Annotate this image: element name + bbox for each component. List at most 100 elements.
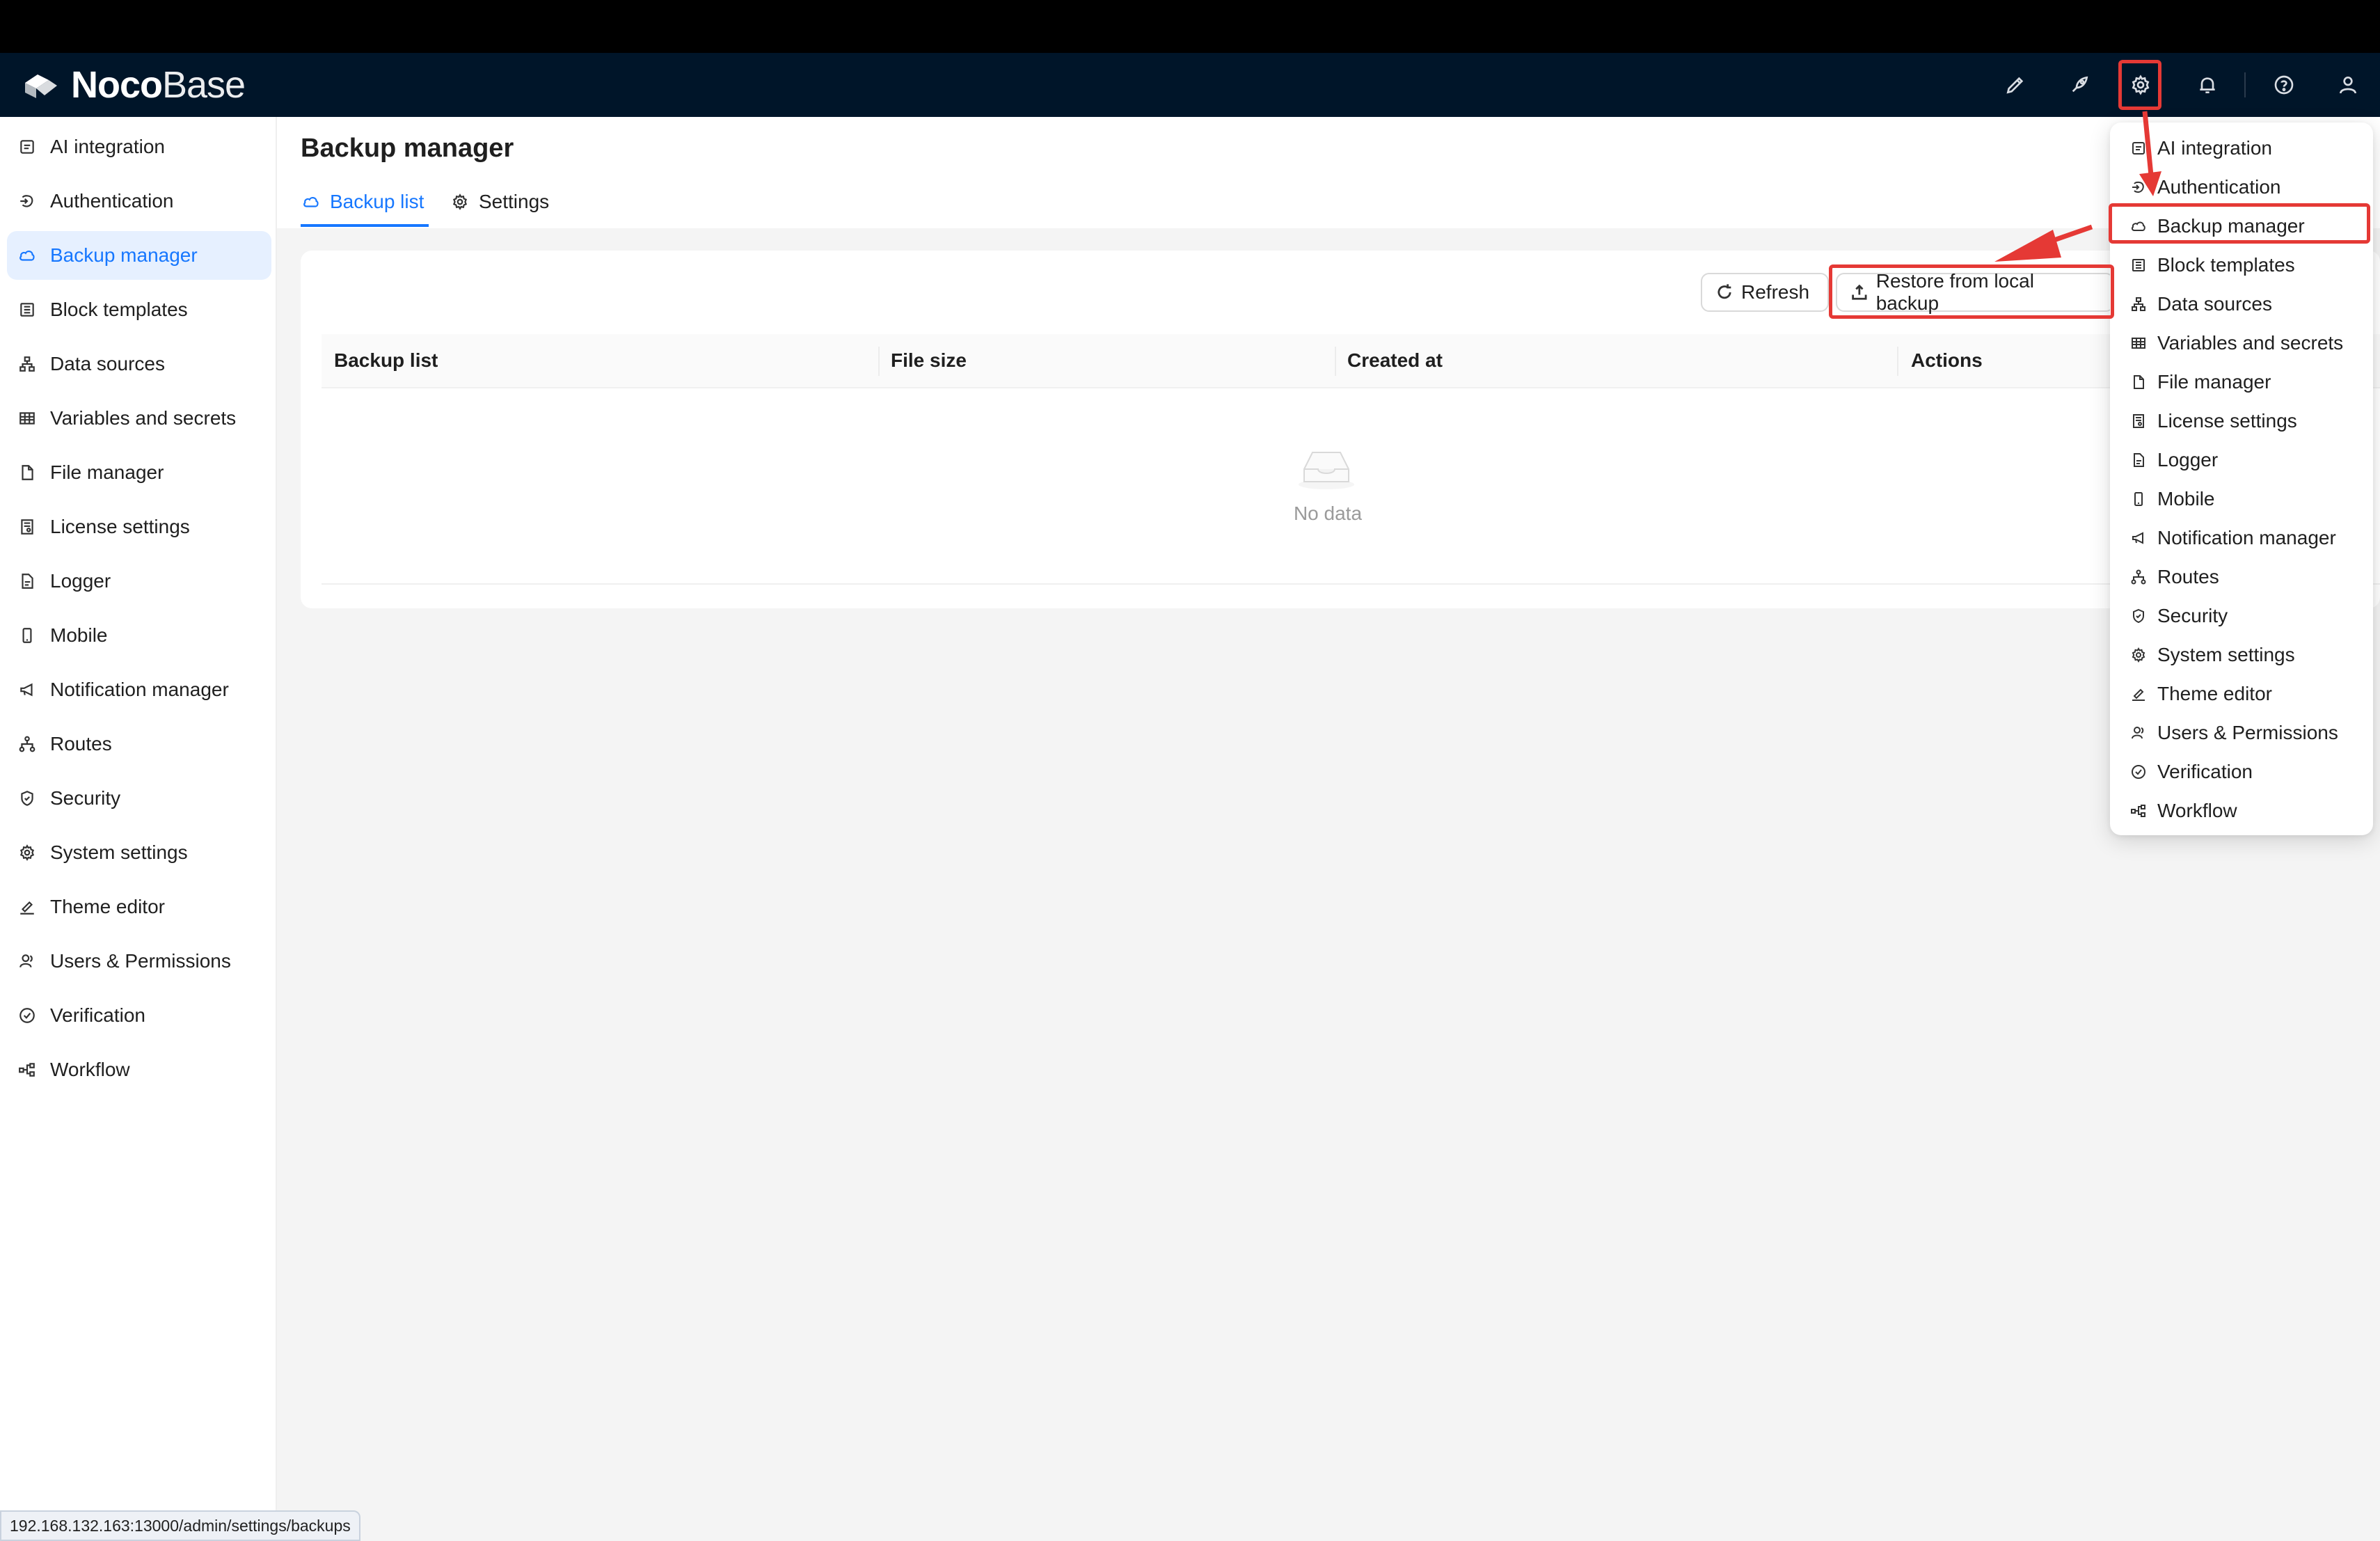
shield-icon [17, 788, 38, 809]
sidebar-item-data-sources[interactable]: Data sources [7, 340, 271, 388]
column-actions[interactable]: Actions [1911, 349, 1983, 372]
sidebar-item-license-settings[interactable]: License settings [7, 503, 271, 551]
status-bar-url: 192.168.132.163:13000/admin/settings/bac… [0, 1510, 360, 1541]
menu-item-security[interactable]: Security [2129, 599, 2228, 633]
refresh-button[interactable]: Refresh [1701, 273, 1829, 312]
menu-item-license-settings[interactable]: License settings [2129, 404, 2297, 438]
login-icon [2129, 178, 2148, 196]
sidebar-item-security[interactable]: Security [7, 774, 271, 823]
menu-item-variables-and-secrets[interactable]: Variables and secrets [2129, 326, 2343, 361]
menu-item-label: Routes [2157, 566, 2219, 587]
plugin-rocket-icon[interactable] [2064, 70, 2095, 100]
sidebar-item-label: Authentication [50, 190, 174, 212]
logo[interactable]: NocoBase [21, 64, 246, 106]
menu-item-data-sources[interactable]: Data sources [2129, 287, 2272, 322]
refresh-label: Refresh [1741, 281, 1810, 303]
help-circle-icon[interactable] [2269, 70, 2299, 100]
column-created-at[interactable]: Created at [1347, 349, 1443, 372]
megaphone-icon [2129, 529, 2148, 547]
file-icon [2129, 373, 2148, 391]
menu-item-label: AI integration [2157, 137, 2272, 159]
ai-icon [2129, 139, 2148, 157]
file-text-icon [2129, 451, 2148, 469]
menu-item-file-manager[interactable]: File manager [2129, 365, 2271, 400]
sidebar-item-label: Users & Permissions [50, 950, 231, 972]
gear-icon [450, 191, 470, 212]
column-divider [878, 347, 880, 376]
shield-icon [2129, 607, 2148, 625]
brush-icon [17, 896, 38, 917]
cloud-icon [301, 191, 322, 212]
sidebar-item-verification[interactable]: Verification [7, 991, 271, 1040]
menu-item-ai-integration[interactable]: AI integration [2129, 131, 2272, 166]
sidebar-item-notification-manager[interactable]: Notification manager [7, 665, 271, 714]
header-divider [2244, 72, 2246, 97]
highlight-restore-button [1829, 264, 2114, 319]
sidebar-item-label: Variables and secrets [50, 407, 237, 429]
sidebar-item-label: Data sources [50, 353, 165, 374]
layout-icon [17, 299, 38, 320]
file-icon [17, 462, 38, 483]
column-divider [1897, 347, 1898, 376]
menu-item-label: Theme editor [2157, 683, 2272, 704]
menu-item-label: System settings [2157, 644, 2295, 665]
mobile-icon [17, 625, 38, 646]
menu-item-mobile[interactable]: Mobile [2129, 482, 2214, 516]
sidebar-item-mobile[interactable]: Mobile [7, 611, 271, 660]
menu-item-workflow[interactable]: Workflow [2129, 793, 2237, 828]
column-divider [1335, 347, 1336, 376]
sidebar-item-block-templates[interactable]: Block templates [7, 285, 271, 334]
sidebar-item-label: License settings [50, 516, 190, 537]
menu-item-authentication[interactable]: Authentication [2129, 170, 2280, 205]
check-circle-icon [17, 1005, 38, 1026]
gear-icon [2129, 646, 2148, 664]
menu-item-label: File manager [2157, 371, 2271, 393]
annotation-arrows [1994, 111, 2161, 262]
sidebar-item-routes[interactable]: Routes [7, 720, 271, 768]
menu-item-block-templates[interactable]: Block templates [2129, 248, 2295, 283]
sidebar-item-logger[interactable]: Logger [7, 557, 271, 606]
tab-settings[interactable]: Settings [450, 188, 549, 216]
user-icon[interactable] [2333, 70, 2363, 100]
menu-item-label: Verification [2157, 761, 2253, 782]
content-header [277, 117, 2380, 228]
menu-item-routes[interactable]: Routes [2129, 560, 2219, 594]
sidebar-item-label: Backup manager [50, 244, 198, 266]
sidebar-item-label: Notification manager [50, 679, 229, 700]
sidebar-item-variables-and-secrets[interactable]: Variables and secrets [7, 394, 271, 443]
logo-text: NocoBase [71, 64, 246, 106]
routes-icon [17, 734, 38, 754]
sidebar-item-authentication[interactable]: Authentication [7, 177, 271, 226]
sidebar-item-system-settings[interactable]: System settings [7, 828, 271, 877]
sidebar-item-file-manager[interactable]: File manager [7, 448, 271, 497]
license-icon [2129, 412, 2148, 430]
workflow-icon [17, 1059, 38, 1080]
menu-item-system-settings[interactable]: System settings [2129, 638, 2295, 672]
column-file-size[interactable]: File size [891, 349, 967, 372]
menu-item-label: Block templates [2157, 254, 2295, 276]
menu-item-users-permissions[interactable]: Users & Permissions [2129, 716, 2338, 750]
sidebar-item-workflow[interactable]: Workflow [7, 1045, 271, 1094]
check-circle-icon [2129, 763, 2148, 781]
sidebar-item-label: Theme editor [50, 896, 165, 917]
routes-icon [2129, 568, 2148, 586]
sidebar-item-label: Mobile [50, 624, 108, 646]
notification-bell-icon[interactable] [2192, 70, 2223, 100]
column-backup-list[interactable]: Backup list [334, 349, 438, 372]
menu-item-logger[interactable]: Logger [2129, 443, 2218, 477]
sidebar-item-backup-manager[interactable]: Backup manager [7, 231, 271, 280]
cluster-icon [2129, 295, 2148, 313]
nocobase-logo-icon [25, 74, 57, 98]
tab-active-indicator [301, 224, 429, 227]
tab-backup-list[interactable]: Backup list [301, 188, 424, 216]
sidebar-item-label: File manager [50, 461, 164, 483]
sidebar-item-theme-editor[interactable]: Theme editor [7, 883, 271, 931]
theme-brush-icon[interactable] [2000, 70, 2031, 100]
layout-icon [2129, 256, 2148, 274]
menu-item-verification[interactable]: Verification [2129, 754, 2253, 789]
menu-item-theme-editor[interactable]: Theme editor [2129, 677, 2272, 711]
sidebar-item-users-permissions[interactable]: Users & Permissions [7, 937, 271, 986]
sidebar-item-ai-integration[interactable]: AI integration [7, 123, 271, 171]
menu-item-notification-manager[interactable]: Notification manager [2129, 521, 2336, 555]
sidebar-item-label: Security [50, 787, 121, 809]
